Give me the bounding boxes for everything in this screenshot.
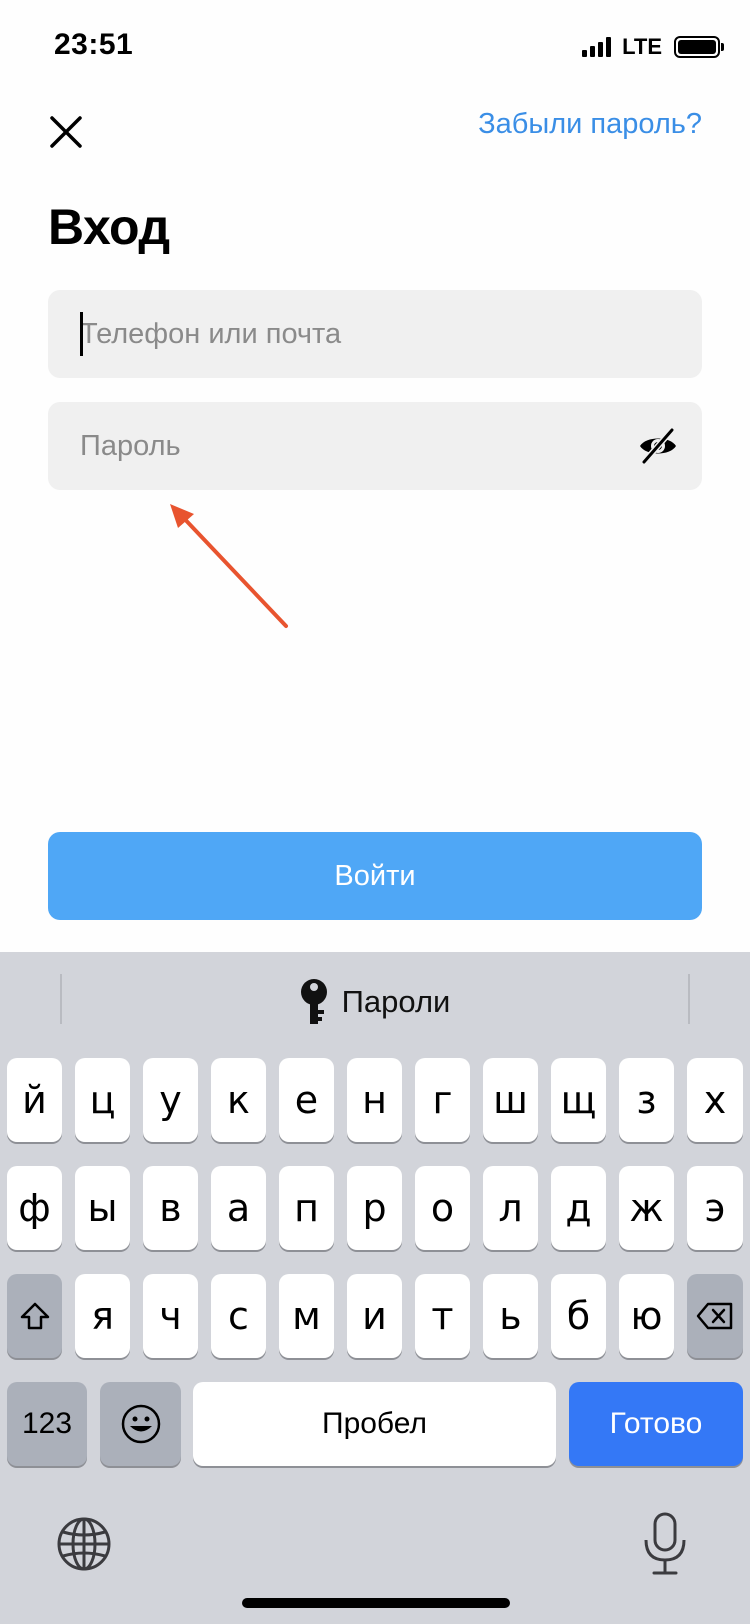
key[interactable]: т xyxy=(415,1274,470,1358)
key[interactable]: р xyxy=(347,1166,402,1250)
key[interactable]: ь xyxy=(483,1274,538,1358)
backspace-key[interactable] xyxy=(687,1274,743,1358)
key[interactable]: е xyxy=(279,1058,334,1142)
network-label: LTE xyxy=(622,34,662,59)
signal-icon xyxy=(582,37,612,57)
key[interactable]: у xyxy=(143,1058,198,1142)
emoji-icon xyxy=(121,1404,160,1444)
login-button[interactable]: Войти xyxy=(48,832,702,920)
key[interactable]: о xyxy=(415,1166,470,1250)
annotation-arrow xyxy=(170,504,288,628)
page-title: Вход xyxy=(48,199,170,255)
shift-key[interactable] xyxy=(7,1274,62,1358)
key[interactable]: я xyxy=(75,1274,130,1358)
key[interactable]: с xyxy=(211,1274,266,1358)
key[interactable]: ч xyxy=(143,1274,198,1358)
key[interactable]: х xyxy=(687,1058,743,1142)
key-row-1: й ц у к е н г ш щ з х xyxy=(0,1058,750,1142)
key-row-4: 123 Пробел Готово xyxy=(0,1382,750,1466)
key[interactable]: э xyxy=(687,1166,743,1250)
status-indicators: LTE xyxy=(582,34,724,60)
key[interactable]: д xyxy=(551,1166,606,1250)
key-row-2: ф ы в а п р о л д ж э xyxy=(0,1166,750,1250)
key[interactable]: г xyxy=(415,1058,470,1142)
key[interactable]: к xyxy=(211,1058,266,1142)
toggle-password-visibility-button[interactable] xyxy=(636,424,680,468)
keyboard: Пароли й ц у к е н г ш щ з х ф ы в а п р… xyxy=(0,952,750,1624)
key[interactable]: ф xyxy=(7,1166,62,1250)
key-row-3: я ч с м и т ь б ю xyxy=(0,1274,750,1358)
numbers-key[interactable]: 123 xyxy=(7,1382,87,1466)
space-key[interactable]: Пробел xyxy=(193,1382,556,1466)
done-key[interactable]: Готово xyxy=(569,1382,743,1466)
microphone-icon[interactable] xyxy=(640,1512,690,1576)
key[interactable]: ю xyxy=(619,1274,674,1358)
close-button[interactable] xyxy=(44,110,88,154)
key[interactable]: б xyxy=(551,1274,606,1358)
key[interactable]: в xyxy=(143,1166,198,1250)
phone-or-email-field[interactable] xyxy=(48,290,702,378)
suggestion-label: Пароли xyxy=(341,984,451,1019)
phone-or-email-input[interactable] xyxy=(80,290,640,378)
key[interactable]: ш xyxy=(483,1058,538,1142)
key[interactable]: ж xyxy=(619,1166,674,1250)
key[interactable]: н xyxy=(347,1058,402,1142)
key-icon xyxy=(300,979,327,1024)
emoji-key[interactable] xyxy=(100,1382,181,1466)
battery-icon xyxy=(674,36,724,58)
home-indicator[interactable] xyxy=(242,1598,510,1608)
passwords-suggestion[interactable]: Пароли xyxy=(0,974,750,1030)
password-input[interactable] xyxy=(80,402,640,490)
key[interactable]: л xyxy=(483,1166,538,1250)
close-icon xyxy=(50,116,82,148)
key[interactable]: з xyxy=(619,1058,674,1142)
password-field[interactable] xyxy=(48,402,702,490)
globe-icon[interactable] xyxy=(56,1516,112,1572)
key[interactable]: п xyxy=(279,1166,334,1250)
shift-icon xyxy=(20,1302,49,1330)
key[interactable]: ы xyxy=(75,1166,130,1250)
key[interactable]: ц xyxy=(75,1058,130,1142)
key[interactable]: и xyxy=(347,1274,402,1358)
eye-off-icon xyxy=(640,428,676,464)
status-time: 23:51 xyxy=(54,28,134,61)
text-caret xyxy=(80,312,83,356)
forgot-password-link[interactable]: Забыли пароль? xyxy=(478,108,702,141)
key[interactable]: й xyxy=(7,1058,62,1142)
key[interactable]: а xyxy=(211,1166,266,1250)
backspace-icon xyxy=(696,1302,733,1330)
status-bar: 23:51 LTE xyxy=(0,0,750,96)
key[interactable]: м xyxy=(279,1274,334,1358)
key[interactable]: щ xyxy=(551,1058,606,1142)
